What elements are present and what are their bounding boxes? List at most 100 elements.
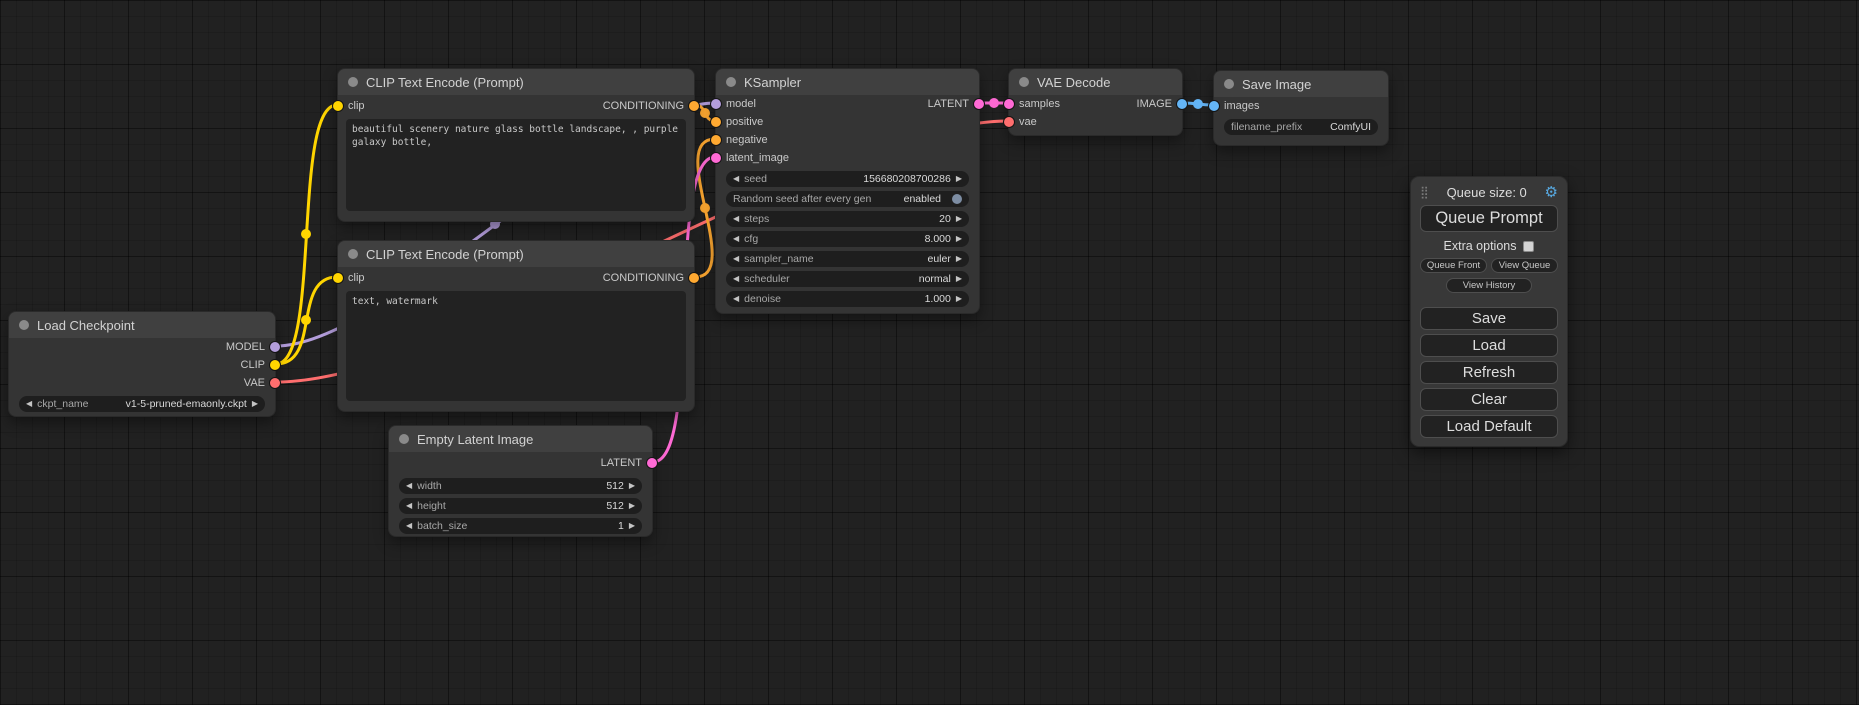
clear-button[interactable]: Clear	[1420, 388, 1558, 411]
collapse-dot[interactable]	[1019, 77, 1029, 87]
scheduler-widget[interactable]: ◀ scheduler normal ▶	[726, 271, 969, 287]
output-dot-vae[interactable]	[270, 378, 280, 388]
load-default-button[interactable]: Load Default	[1420, 415, 1558, 438]
collapse-dot[interactable]	[348, 77, 358, 87]
increment-arrow-icon[interactable]: ▶	[956, 215, 962, 223]
input-dot-latent-image[interactable]	[711, 153, 721, 163]
save-button[interactable]: Save	[1420, 307, 1558, 330]
widget-label: sampler_name	[744, 253, 813, 265]
decrement-arrow-icon[interactable]: ◀	[733, 175, 739, 183]
increment-arrow-icon[interactable]: ▶	[252, 400, 258, 408]
decrement-arrow-icon[interactable]: ◀	[733, 255, 739, 263]
node-save-image[interactable]: Save Image images filename_prefix ComfyU…	[1213, 70, 1389, 146]
link-midpoint-dot[interactable]	[1193, 99, 1203, 109]
collapse-dot[interactable]	[726, 77, 736, 87]
load-button[interactable]: Load	[1420, 334, 1558, 357]
output-slot-label-latent: LATENT	[601, 457, 642, 469]
increment-arrow-icon[interactable]: ▶	[629, 502, 635, 510]
increment-arrow-icon[interactable]: ▶	[956, 235, 962, 243]
random-seed-toggle-widget[interactable]: Random seed after every gen enabled	[726, 191, 969, 207]
slot-row: images	[1214, 97, 1388, 115]
widget-label: width	[417, 480, 442, 492]
collapse-dot[interactable]	[19, 320, 29, 330]
input-dot-negative[interactable]	[711, 135, 721, 145]
height-widget[interactable]: ◀ height 512 ▶	[399, 498, 642, 514]
input-dot-model[interactable]	[711, 99, 721, 109]
output-dot-clip[interactable]	[270, 360, 280, 370]
input-dot-positive[interactable]	[711, 117, 721, 127]
widget-value: euler	[927, 253, 950, 265]
output-dot-image[interactable]	[1177, 99, 1187, 109]
decrement-arrow-icon[interactable]: ◀	[406, 522, 412, 530]
node-clip-text-encode-negative[interactable]: CLIP Text Encode (Prompt) clip CONDITION…	[337, 240, 695, 412]
output-dot-conditioning[interactable]	[689, 101, 699, 111]
node-clip-text-encode-positive[interactable]: CLIP Text Encode (Prompt) clip CONDITION…	[337, 68, 695, 222]
queue-front-button[interactable]: Queue Front	[1420, 258, 1487, 273]
link-midpoint-dot[interactable]	[301, 315, 311, 325]
settings-gear-icon[interactable]: ⚙	[1545, 183, 1558, 201]
increment-arrow-icon[interactable]: ▶	[956, 175, 962, 183]
widget-label: Random seed after every gen	[733, 193, 871, 205]
input-dot-vae[interactable]	[1004, 117, 1014, 127]
node-ksampler[interactable]: KSampler model LATENT positive negative …	[715, 68, 980, 314]
decrement-arrow-icon[interactable]: ◀	[406, 502, 412, 510]
link-midpoint-dot[interactable]	[989, 98, 999, 108]
increment-arrow-icon[interactable]: ▶	[956, 295, 962, 303]
widget-value: 1.000	[925, 293, 951, 305]
decrement-arrow-icon[interactable]: ◀	[406, 482, 412, 490]
extra-options-checkbox[interactable]	[1523, 241, 1534, 252]
node-graph-canvas[interactable]: CLIP Text Encode (Prompt) clip CONDITION…	[0, 0, 1859, 705]
slot-row: LATENT	[389, 452, 652, 474]
node-title-bar: Save Image	[1214, 71, 1388, 97]
collapse-dot[interactable]	[399, 434, 409, 444]
input-dot-clip[interactable]	[333, 101, 343, 111]
widget-label: filename_prefix	[1231, 121, 1302, 133]
link-midpoint-dot[interactable]	[700, 203, 710, 213]
prompt-textarea[interactable]: text, watermark	[346, 291, 686, 401]
denoise-widget[interactable]: ◀ denoise 1.000 ▶	[726, 291, 969, 307]
decrement-arrow-icon[interactable]: ◀	[733, 275, 739, 283]
cfg-widget[interactable]: ◀ cfg 8.000 ▶	[726, 231, 969, 247]
increment-arrow-icon[interactable]: ▶	[956, 255, 962, 263]
collapse-dot[interactable]	[1224, 79, 1234, 89]
input-dot-images[interactable]	[1209, 101, 1219, 111]
queue-prompt-button[interactable]: Queue Prompt	[1420, 205, 1558, 232]
output-dot-latent[interactable]	[974, 99, 984, 109]
input-dot-samples[interactable]	[1004, 99, 1014, 109]
decrement-arrow-icon[interactable]: ◀	[26, 400, 32, 408]
input-dot-clip[interactable]	[333, 273, 343, 283]
ckpt-name-widget[interactable]: ◀ ckpt_name v1-5-pruned-emaonly.ckpt ▶	[19, 396, 265, 412]
increment-arrow-icon[interactable]: ▶	[629, 482, 635, 490]
output-dot-conditioning[interactable]	[689, 273, 699, 283]
decrement-arrow-icon[interactable]: ◀	[733, 235, 739, 243]
widget-value: 156680208700286	[863, 173, 951, 185]
refresh-button[interactable]: Refresh	[1420, 361, 1558, 384]
toggle-knob[interactable]	[952, 194, 962, 204]
steps-widget[interactable]: ◀ steps 20 ▶	[726, 211, 969, 227]
widget-label: denoise	[744, 293, 781, 305]
link-midpoint-dot[interactable]	[700, 108, 710, 118]
widget-value: 1	[618, 520, 624, 532]
prompt-textarea[interactable]: beautiful scenery nature glass bottle la…	[346, 119, 686, 211]
output-dot-latent[interactable]	[647, 458, 657, 468]
view-history-button[interactable]: View History	[1446, 278, 1533, 293]
increment-arrow-icon[interactable]: ▶	[956, 275, 962, 283]
link-midpoint-dot[interactable]	[301, 229, 311, 239]
decrement-arrow-icon[interactable]: ◀	[733, 215, 739, 223]
view-queue-button[interactable]: View Queue	[1491, 258, 1558, 273]
node-empty-latent-image[interactable]: Empty Latent Image LATENT ◀ width 512 ▶ …	[388, 425, 653, 537]
width-widget[interactable]: ◀ width 512 ▶	[399, 478, 642, 494]
sampler-name-widget[interactable]: ◀ sampler_name euler ▶	[726, 251, 969, 267]
filename-prefix-widget[interactable]: filename_prefix ComfyUI	[1224, 119, 1378, 135]
batch-size-widget[interactable]: ◀ batch_size 1 ▶	[399, 518, 642, 534]
increment-arrow-icon[interactable]: ▶	[629, 522, 635, 530]
seed-widget[interactable]: ◀ seed 156680208700286 ▶	[726, 171, 969, 187]
slot-row: VAE	[9, 374, 275, 392]
widget-value: enabled	[904, 193, 941, 205]
output-dot-model[interactable]	[270, 342, 280, 352]
node-vae-decode[interactable]: VAE Decode samples IMAGE vae	[1008, 68, 1183, 136]
collapse-dot[interactable]	[348, 249, 358, 259]
node-load-checkpoint[interactable]: Load Checkpoint MODEL CLIP VAE ◀ ckpt_na…	[8, 311, 276, 417]
drag-handle-icon[interactable]: ⣿	[1420, 185, 1429, 199]
decrement-arrow-icon[interactable]: ◀	[733, 295, 739, 303]
